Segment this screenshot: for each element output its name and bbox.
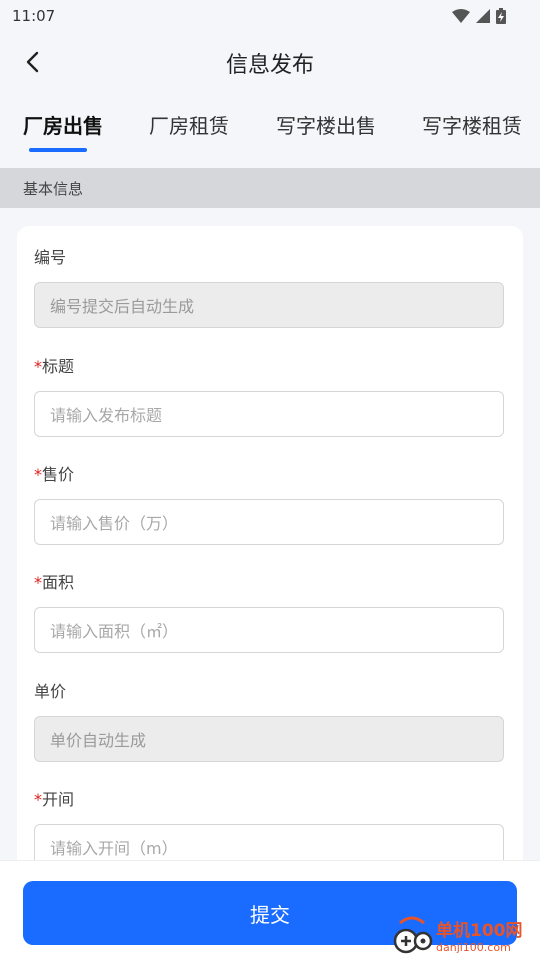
field-label-price: *售价 <box>34 465 75 484</box>
section-title: 基本信息 <box>23 179 84 198</box>
status-icons <box>452 8 506 24</box>
unit-price-field: 单价自动生成 <box>34 716 504 762</box>
tab-factory-rent[interactable]: 厂房租赁 <box>149 110 229 139</box>
title-input[interactable]: 请输入发布标题 <box>34 391 504 437</box>
field-label-number: 编号 <box>34 248 67 267</box>
form-card: 编号 编号提交后自动生成 *标题 请输入发布标题 *售价 请输入售价（万） *面… <box>17 226 523 926</box>
price-input[interactable]: 请输入售价（万） <box>34 499 504 545</box>
nav-bar: 信息发布 <box>0 38 540 88</box>
watermark: 单机100网 danji100.com <box>390 914 540 960</box>
required-mark: * <box>34 573 42 592</box>
required-mark: * <box>34 790 42 809</box>
status-bar: 11:07 <box>0 0 540 32</box>
chevron-left-icon <box>26 51 39 73</box>
signal-icon <box>476 9 490 23</box>
watermark-en: danji100.com <box>436 940 511 954</box>
number-field: 编号提交后自动生成 <box>34 282 504 328</box>
section-header: 基本信息 <box>0 168 540 208</box>
field-label-frontage: *开间 <box>34 790 75 809</box>
watermark-cn: 单机100网 <box>436 920 523 941</box>
required-mark: * <box>34 465 42 484</box>
area-input[interactable]: 请输入面积（㎡） <box>34 607 504 653</box>
field-label-unit-price: 单价 <box>34 682 67 701</box>
wifi-icon <box>452 9 470 23</box>
tab-office-sale[interactable]: 写字楼出售 <box>276 110 376 139</box>
field-label-area: *面积 <box>34 573 75 592</box>
back-button[interactable] <box>16 46 48 78</box>
tab-office-rent[interactable]: 写字楼租赁 <box>422 110 522 139</box>
active-tab-indicator <box>29 148 87 152</box>
status-time: 11:07 <box>12 7 56 25</box>
page-title: 信息发布 <box>225 53 314 78</box>
tab-factory-sale[interactable]: 厂房出售 <box>23 110 103 139</box>
field-label-title: *标题 <box>34 357 75 376</box>
battery-icon <box>496 8 506 24</box>
required-mark: * <box>34 357 42 376</box>
watermark-text: 单机100网 danji100.com <box>436 921 523 954</box>
watermark-logo-icon <box>393 916 433 954</box>
